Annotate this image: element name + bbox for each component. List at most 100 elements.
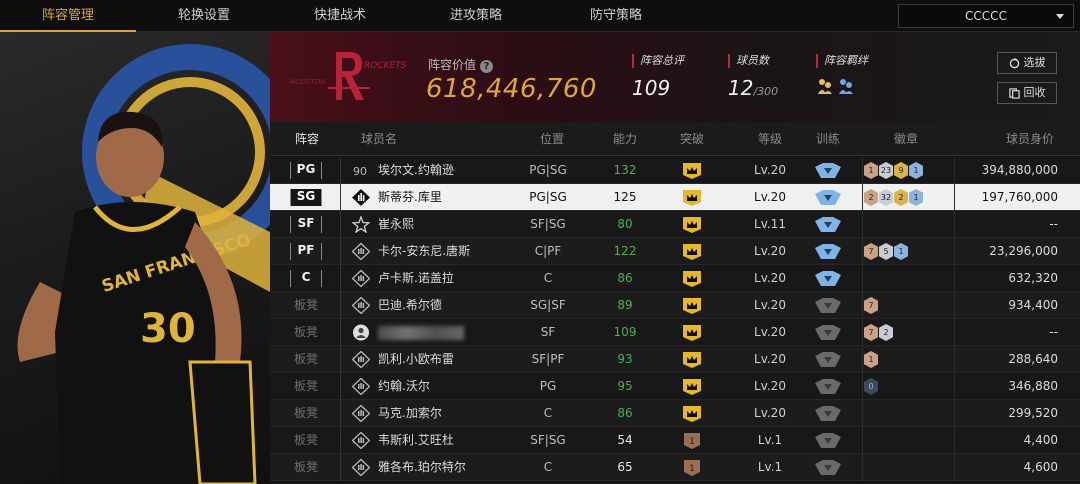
breakthrough-crown-icon[interactable] xyxy=(680,406,704,422)
table-row[interactable]: 板凳 马克.加索尔 C 86 Lv.20 299,520 xyxy=(270,400,1080,427)
badge-icon[interactable]: 1 xyxy=(909,189,923,206)
badge-icon[interactable]: 7 xyxy=(864,324,878,341)
player-name[interactable]: 卡尔-安东尼.唐斯 xyxy=(378,238,470,265)
badge-icon[interactable]: 7 xyxy=(864,297,878,314)
player-name[interactable]: 崔永熙 xyxy=(378,211,414,238)
training-icon[interactable] xyxy=(813,406,843,421)
col-position[interactable]: 位置 xyxy=(528,122,576,156)
badge-icon[interactable]: 1 xyxy=(864,351,878,368)
tab-rotation-settings[interactable]: 轮换设置 xyxy=(136,0,272,32)
badge-icon[interactable]: 32 xyxy=(879,189,893,206)
badge-icon[interactable]: 2 xyxy=(864,189,878,206)
training-icon[interactable] xyxy=(813,325,843,340)
badge-icon[interactable]: 5 xyxy=(879,243,893,260)
breakthrough-crown-icon[interactable] xyxy=(680,190,704,206)
position-slot-badge[interactable]: PG xyxy=(290,162,322,179)
table-row[interactable]: SG 斯蒂芬.库里 PG|SG 125 Lv.20 2 32 2 1 197,760,000 xyxy=(270,184,1080,211)
breakthrough-crown-icon[interactable] xyxy=(680,352,704,368)
player-name[interactable]: 卢卡斯.诺盖拉 xyxy=(378,265,454,292)
tab-offense-strategy[interactable]: 进攻策略 xyxy=(408,0,544,32)
badge-icon[interactable]: 1 xyxy=(894,243,908,260)
col-training[interactable]: 训练 xyxy=(810,122,846,156)
col-lineup[interactable]: 阵容 xyxy=(290,122,324,156)
player-ability: 89 xyxy=(617,298,633,312)
badge-icon[interactable]: 2 xyxy=(894,189,908,206)
player-level: Lv.20 xyxy=(754,298,786,312)
player-level: Lv.20 xyxy=(754,190,786,204)
player-name[interactable]: 巴迪.希尔德 xyxy=(378,292,442,319)
recycle-button[interactable]: 回收 xyxy=(997,82,1057,104)
column-divider xyxy=(340,427,341,454)
col-player-name[interactable]: 球员名 xyxy=(354,122,404,156)
breakthrough-crown-icon[interactable] xyxy=(680,217,704,233)
player-name[interactable]: 埃尔文.约翰逊 xyxy=(378,157,454,184)
training-icon[interactable] xyxy=(813,298,843,313)
team-select-dropdown[interactable]: CCCCC xyxy=(898,4,1074,28)
tab-quick-tactics[interactable]: 快捷战术 xyxy=(272,0,408,32)
table-row[interactable]: 板凳 约翰.沃尔 PG 95 Lv.20 0 346,880 xyxy=(270,373,1080,400)
breakthrough-level-icon[interactable]: 1 xyxy=(680,460,704,476)
training-icon[interactable] xyxy=(813,379,843,394)
help-icon[interactable]: ? xyxy=(480,60,494,73)
column-divider xyxy=(954,373,955,400)
breakthrough-level-icon[interactable]: 1 xyxy=(680,433,704,449)
select-button[interactable]: 选拔 xyxy=(997,52,1057,74)
breakthrough-crown-icon[interactable] xyxy=(680,379,704,395)
col-salary[interactable]: 球员身价 xyxy=(1000,122,1060,156)
player-name-hidden[interactable] xyxy=(378,319,464,346)
player-name[interactable]: 斯蒂芬.库里 xyxy=(378,184,442,211)
table-row[interactable]: PF 卡尔-安东尼.唐斯 C|PF 122 Lv.20 7 5 1 23,296,000 xyxy=(270,238,1080,265)
training-icon[interactable] xyxy=(813,352,843,367)
column-divider xyxy=(340,373,341,400)
player-name[interactable]: 韦斯利.艾旺杜 xyxy=(378,427,454,454)
position-slot-badge[interactable]: C xyxy=(290,270,322,287)
breakthrough-crown-icon[interactable] xyxy=(680,163,704,179)
badge-icon[interactable]: 2 xyxy=(879,324,893,341)
table-row[interactable]: 板凳 巴迪.希尔德 SG|SF 89 Lv.20 7 934,400 xyxy=(270,292,1080,319)
player-salary: 299,520 xyxy=(1008,406,1058,420)
breakthrough-crown-icon[interactable] xyxy=(680,325,704,341)
player-name[interactable]: 雅各布.珀尔特尔 xyxy=(378,454,466,481)
table-row[interactable]: C 卢卡斯.诺盖拉 C 86 Lv.20 632,320 xyxy=(270,265,1080,292)
rank-bars-icon xyxy=(352,405,370,422)
breakthrough-crown-icon[interactable] xyxy=(680,271,704,287)
tab-defense-strategy[interactable]: 防守策略 xyxy=(548,0,684,32)
training-icon[interactable] xyxy=(813,271,843,286)
badge-icon[interactable]: 1 xyxy=(864,162,878,179)
badge-icon[interactable]: 0 xyxy=(864,378,878,395)
chevron-down-icon xyxy=(1056,14,1064,19)
training-icon[interactable] xyxy=(813,244,843,259)
training-icon[interactable] xyxy=(813,433,843,448)
breakthrough-crown-icon[interactable] xyxy=(680,298,704,314)
player-name[interactable]: 凯利.小欧布雷 xyxy=(378,346,454,373)
breakthrough-crown-icon[interactable] xyxy=(680,244,704,260)
training-icon[interactable] xyxy=(813,163,843,178)
table-row[interactable]: PG 90 埃尔文.约翰逊 PG|SG 132 Lv.20 1 23 9 1 394,880,000 xyxy=(270,157,1080,184)
training-icon[interactable] xyxy=(813,190,843,205)
table-row[interactable]: SF 崔永熙 SF|SG 80 Lv.11 -- xyxy=(270,211,1080,238)
chemistry-icons[interactable] xyxy=(816,76,868,101)
position-slot-badge[interactable]: SF xyxy=(290,216,322,233)
training-icon[interactable] xyxy=(813,217,843,232)
col-breakthrough[interactable]: 突破 xyxy=(670,122,714,156)
badge-icon[interactable]: 7 xyxy=(864,243,878,260)
col-level[interactable]: 等级 xyxy=(746,122,794,156)
table-row[interactable]: 板凳 凯利.小欧布雷 SF|PF 93 Lv.20 1 288,640 xyxy=(270,346,1080,373)
training-icon[interactable] xyxy=(813,460,843,475)
col-ability[interactable]: 能力 xyxy=(600,122,650,156)
player-count-max: /300 xyxy=(753,85,779,98)
badge-icon[interactable]: 1 xyxy=(909,162,923,179)
tab-lineup-management[interactable]: 阵容管理 xyxy=(0,0,136,32)
position-slot-badge[interactable]: PF xyxy=(290,243,322,260)
table-row[interactable]: 板凳 雅各布.珀尔特尔 C 65 1 Lv.1 4,600 xyxy=(270,454,1080,481)
badge-icon[interactable]: 9 xyxy=(894,162,908,179)
player-name[interactable]: 约翰.沃尔 xyxy=(378,373,430,400)
player-salary: 4,400 xyxy=(1023,433,1058,447)
player-name[interactable]: 马克.加索尔 xyxy=(378,400,442,427)
player-level: Lv.20 xyxy=(754,325,786,339)
badge-icon[interactable]: 23 xyxy=(879,162,893,179)
table-row[interactable]: 板凳 SF 109 Lv.20 7 2 -- xyxy=(270,319,1080,346)
col-badges[interactable]: 徽章 xyxy=(882,122,930,156)
table-row[interactable]: 板凳 韦斯利.艾旺杜 SF|SG 54 1 Lv.1 4,400 xyxy=(270,427,1080,454)
position-slot-badge[interactable]: SG xyxy=(290,189,322,206)
